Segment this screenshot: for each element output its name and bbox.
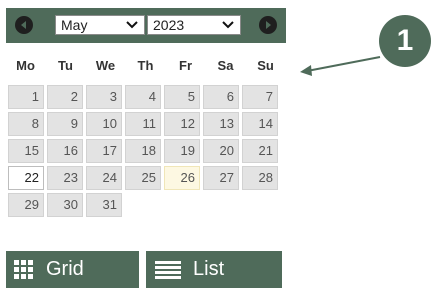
callout-number: 1	[396, 24, 414, 57]
callout-arrow	[300, 56, 381, 76]
screenshot-root: May 2023 Mo Tu We Th Fr Sa Su 1 2 3 4 5 6 7 8 9 10 11 12 1…	[0, 0, 432, 288]
callout-badge: 1	[379, 15, 431, 67]
